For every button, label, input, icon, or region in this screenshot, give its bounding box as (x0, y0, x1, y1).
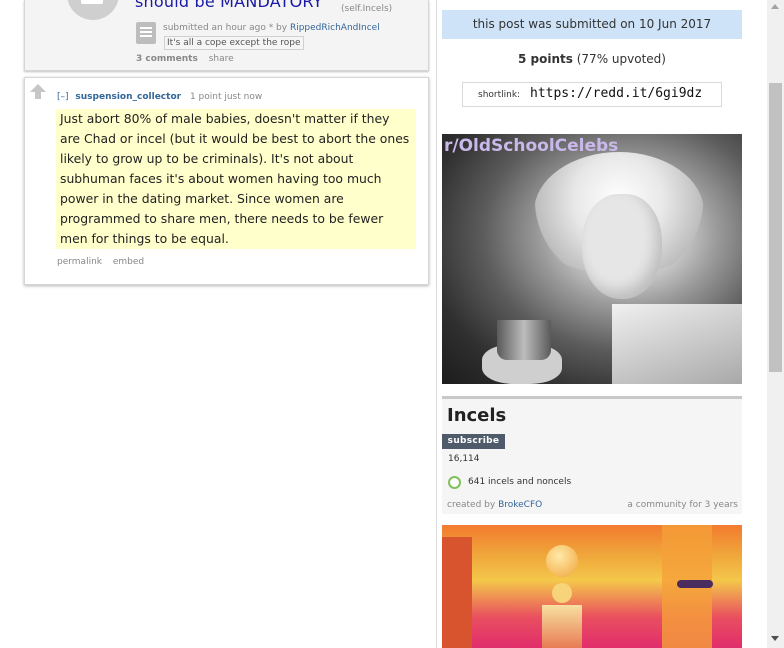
post-author-link[interactable]: RippedRichAndIncel (290, 23, 380, 33)
author-flair: It's all a cope except the rope (164, 36, 304, 50)
scroll-down-arrow-icon[interactable] (771, 636, 779, 641)
shortlink-input[interactable]: https://redd.it/6gi9dz (530, 86, 702, 101)
comments-link[interactable]: 3 comments (136, 54, 198, 64)
community-age: a community for 3 years (627, 500, 738, 510)
points-value: 5 points (518, 52, 573, 66)
scroll-thumb[interactable] (769, 83, 782, 372)
comment-meta: 1 point just now (189, 92, 263, 102)
vertical-scrollbar[interactable] (767, 0, 784, 648)
created-by: created by BrokeCFO (447, 500, 542, 510)
post-score: 5 points (77% upvoted) (442, 52, 742, 66)
subreddit-info-box: Incels subscribe 16,114 641 incels and n… (442, 396, 742, 514)
post-buttons: 3 comments share (136, 54, 234, 64)
comment: [–] suspension_collector 1 point just no… (24, 77, 429, 285)
shortlink-box: shortlink: https://redd.it/6gi9dz (462, 82, 722, 107)
sidebar-ad-image[interactable]: r/OldSchoolCelebs (442, 134, 742, 384)
subreddit-title[interactable]: Incels (447, 405, 506, 426)
creator-link[interactable]: BrokeCFO (498, 500, 542, 510)
collapse-toggle[interactable]: [–] (57, 92, 69, 102)
post-domain[interactable]: (self.Incels) (341, 4, 392, 14)
shortlink-label: shortlink: (478, 90, 521, 100)
sidebar-image-2[interactable] (442, 525, 742, 648)
document-icon (81, 0, 103, 4)
created-prefix: created by (447, 500, 496, 510)
post-tagline: submitted an hour ago * by RippedRichAnd… (163, 23, 380, 33)
embed-link[interactable]: embed (113, 257, 144, 267)
comment-buttons: permalink embed (57, 257, 152, 267)
upvote-ratio: (77% upvoted) (572, 52, 666, 66)
expand-selftext-icon[interactable] (136, 22, 156, 44)
self-post-thumbnail[interactable] (67, 0, 119, 20)
ad-subreddit-label: r/OldSchoolCelebs (444, 136, 619, 156)
post-title[interactable]: should be MANDATORY (135, 0, 323, 11)
comment-body: Just abort 80% of male babies, doesn't m… (56, 109, 416, 249)
sidebar-divider (436, 0, 437, 648)
comment-author-link[interactable]: suspension_collector (75, 92, 181, 102)
permalink-link[interactable]: permalink (57, 257, 102, 267)
users-online: 641 incels and noncels (468, 477, 572, 487)
upvote-arrow-icon[interactable] (30, 84, 46, 99)
share-link[interactable]: share (209, 54, 234, 64)
subscribe-button[interactable]: subscribe (442, 434, 505, 449)
online-indicator-icon (448, 476, 461, 489)
submitted-date-notice: this post was submitted on 10 Jun 2017 (442, 10, 742, 39)
scroll-up-arrow-icon[interactable] (771, 4, 779, 9)
comment-tagline: [–] suspension_collector 1 point just no… (57, 92, 262, 102)
post-summary: should be MANDATORY (self.Incels) submit… (24, 0, 429, 71)
submitted-text: submitted an hour ago * by (163, 23, 288, 33)
subscriber-count: 16,114 (448, 454, 480, 464)
